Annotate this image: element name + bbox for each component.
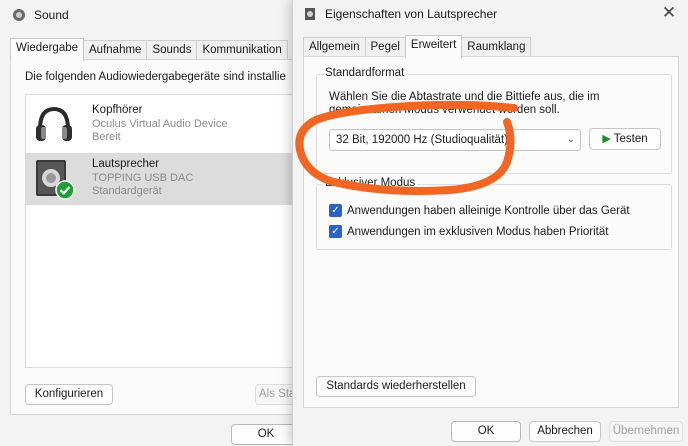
playback-panel: Die folgenden Audiowiedergabegeräte sind… [10, 59, 316, 415]
checkbox-checked-icon[interactable]: ✓ [329, 204, 342, 217]
default-format-label: Standardformat [323, 67, 407, 79]
tab-erweitert[interactable]: Erweitert [404, 35, 463, 58]
exclusive-priority-label: Anwendungen im exklusiven Modus haben Pr… [347, 225, 609, 238]
default-format-desc-2: gemeinsamen Modus verwendet werden soll. [329, 104, 560, 116]
device-status: Standardgerät [92, 185, 162, 197]
device-list: Kopfhörer Oculus Virtual Audio Device Be… [25, 94, 316, 368]
tab-sounds[interactable]: Sounds [146, 40, 198, 60]
sound-titlebar: Sound [0, 0, 300, 30]
sound-window: Sound Wiedergabe Aufnahme Sounds Kommuni… [0, 0, 316, 446]
device-kopfhoerer[interactable]: Kopfhörer Oculus Virtual Audio Device Be… [26, 99, 316, 151]
headphones-icon [32, 103, 76, 147]
device-name: Lautsprecher [92, 158, 160, 170]
sound-tabs: Wiedergabe Aufnahme Sounds Kommunikation [10, 38, 288, 61]
sound-app-icon [12, 8, 26, 22]
playback-description: Die folgenden Audiowiedergabegeräte sind… [25, 71, 286, 83]
restore-defaults-button[interactable]: Standards wiederherstellen [316, 376, 476, 397]
test-button[interactable]: ▶ Testen [589, 128, 661, 150]
properties-app-icon [303, 7, 317, 21]
device-driver: TOPPING USB DAC [92, 172, 194, 184]
tab-allgemein[interactable]: Allgemein [303, 37, 366, 57]
close-icon[interactable]: ✕ [659, 4, 679, 24]
properties-window: Eigenschaften von Lautsprecher ✕ Allgeme… [292, 0, 688, 446]
sample-rate-value: 32 Bit, 192000 Hz (Studioqualität) [336, 134, 508, 146]
default-format-group: Standardformat Wählen Sie die Abtastrate… [316, 67, 672, 174]
sample-rate-select[interactable]: 32 Bit, 192000 Hz (Studioqualität) ⌄ [329, 129, 581, 151]
tab-wiedergabe[interactable]: Wiedergabe [10, 38, 85, 61]
play-icon: ▶ [602, 132, 611, 145]
tab-raumklang[interactable]: Raumklang [461, 37, 532, 57]
ok-button[interactable]: OK [451, 421, 521, 442]
advanced-panel: Standardformat Wählen Sie die Abtastrate… [303, 56, 679, 408]
tab-pegel[interactable]: Pegel [364, 37, 406, 57]
cancel-button[interactable]: Abbrechen [529, 421, 601, 442]
exclusive-priority-option[interactable]: ✓ Anwendungen im exklusiven Modus haben … [329, 225, 608, 238]
test-label: Testen [613, 132, 648, 145]
apply-button[interactable]: Übernehmen [609, 421, 683, 442]
properties-titlebar: Eigenschaften von Lautsprecher ✕ [293, 0, 688, 28]
device-lautsprecher[interactable]: Lautsprecher TOPPING USB DAC Standardger… [26, 153, 316, 205]
tab-kommunikation[interactable]: Kommunikation [196, 40, 288, 60]
checkbox-checked-icon[interactable]: ✓ [329, 225, 342, 238]
device-driver: Oculus Virtual Audio Device [92, 118, 228, 130]
properties-window-title: Eigenschaften von Lautsprecher [325, 7, 498, 21]
chevron-down-icon: ⌄ [566, 134, 575, 145]
device-status: Bereit [92, 131, 121, 143]
speaker-icon [32, 157, 76, 201]
exclusive-mode-group: Exklusiver Modus ✓ Anwendungen haben all… [316, 177, 672, 250]
configure-button[interactable]: Konfigurieren [25, 384, 113, 405]
exclusive-control-label: Anwendungen haben alleinige Kontrolle üb… [347, 204, 630, 217]
device-name: Kopfhörer [92, 104, 143, 116]
exclusive-mode-label: Exklusiver Modus [323, 177, 418, 189]
tab-aufnahme[interactable]: Aufnahme [83, 40, 148, 60]
exclusive-control-option[interactable]: ✓ Anwendungen haben alleinige Kontrolle … [329, 204, 630, 217]
default-format-desc-1: Wählen Sie die Abtastrate und die Bittie… [329, 91, 600, 103]
sound-ok-button[interactable]: OK [231, 424, 301, 445]
sound-window-title: Sound [34, 8, 69, 22]
properties-tabs: Allgemein Pegel Erweitert Raumklang [303, 35, 532, 58]
